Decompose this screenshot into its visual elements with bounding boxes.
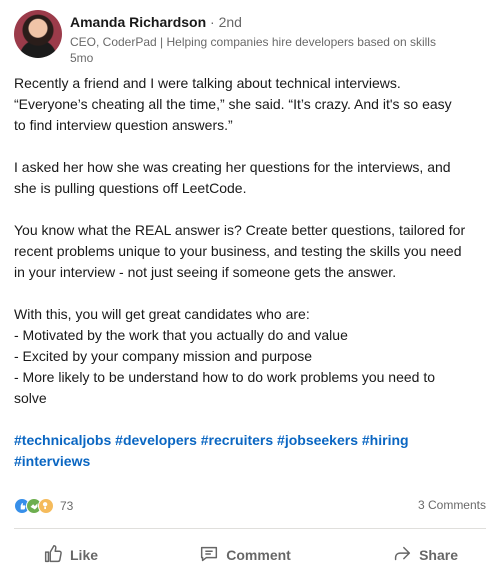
insight-reaction-icon [38, 498, 54, 514]
hashtag-link[interactable]: #recruiters [201, 432, 273, 448]
share-label: Share [419, 547, 458, 563]
social-counts: 73 3 Comments [14, 496, 486, 516]
avatar[interactable] [14, 10, 62, 58]
divider [14, 528, 486, 529]
post-paragraph: With this, you will get great candidates… [14, 306, 436, 406]
reactions-summary[interactable]: 73 [14, 498, 73, 514]
feed-post: Amanda Richardson · 2nd CEO, CoderPad | … [0, 0, 503, 579]
reaction-count: 73 [60, 499, 74, 513]
hashtag-link[interactable]: #developers [115, 432, 197, 448]
comment-label: Comment [226, 547, 291, 563]
hashtag-link[interactable]: #technicaljobs [14, 432, 111, 448]
like-button[interactable]: Like [14, 538, 126, 572]
hashtag-link[interactable]: #jobseekers [277, 432, 358, 448]
hashtag-link[interactable]: #hiring [362, 432, 409, 448]
hashtags: #technicaljobs #developers #recruiters #… [14, 430, 494, 472]
thumbs-up-icon [42, 543, 64, 568]
comments-count[interactable]: 3 Comments [418, 498, 486, 512]
author-name[interactable]: Amanda Richardson [70, 14, 206, 30]
author-headline: CEO, CoderPad | Helping companies hire d… [70, 35, 436, 49]
post-actions: Like Comment Share [14, 538, 486, 572]
post-body: Recently a friend and I were talking abo… [14, 73, 494, 409]
share-arrow-icon [391, 543, 413, 568]
author-name-row: Amanda Richardson · 2nd [70, 14, 242, 30]
hashtag-link[interactable]: #interviews [14, 453, 90, 469]
connection-degree: · 2nd [206, 14, 242, 30]
post-paragraph: Recently a friend and I were talking abo… [14, 75, 452, 133]
post-header: Amanda Richardson · 2nd CEO, CoderPad | … [14, 10, 494, 66]
post-timestamp: 5mo [70, 51, 94, 65]
post-paragraph: You know what the REAL answer is? Create… [14, 222, 466, 280]
post-paragraph: I asked her how she was creating her que… [14, 159, 451, 196]
like-label: Like [70, 547, 99, 563]
comment-icon [198, 543, 220, 568]
share-button[interactable]: Share [363, 538, 486, 572]
comment-button[interactable]: Comment [170, 538, 319, 572]
